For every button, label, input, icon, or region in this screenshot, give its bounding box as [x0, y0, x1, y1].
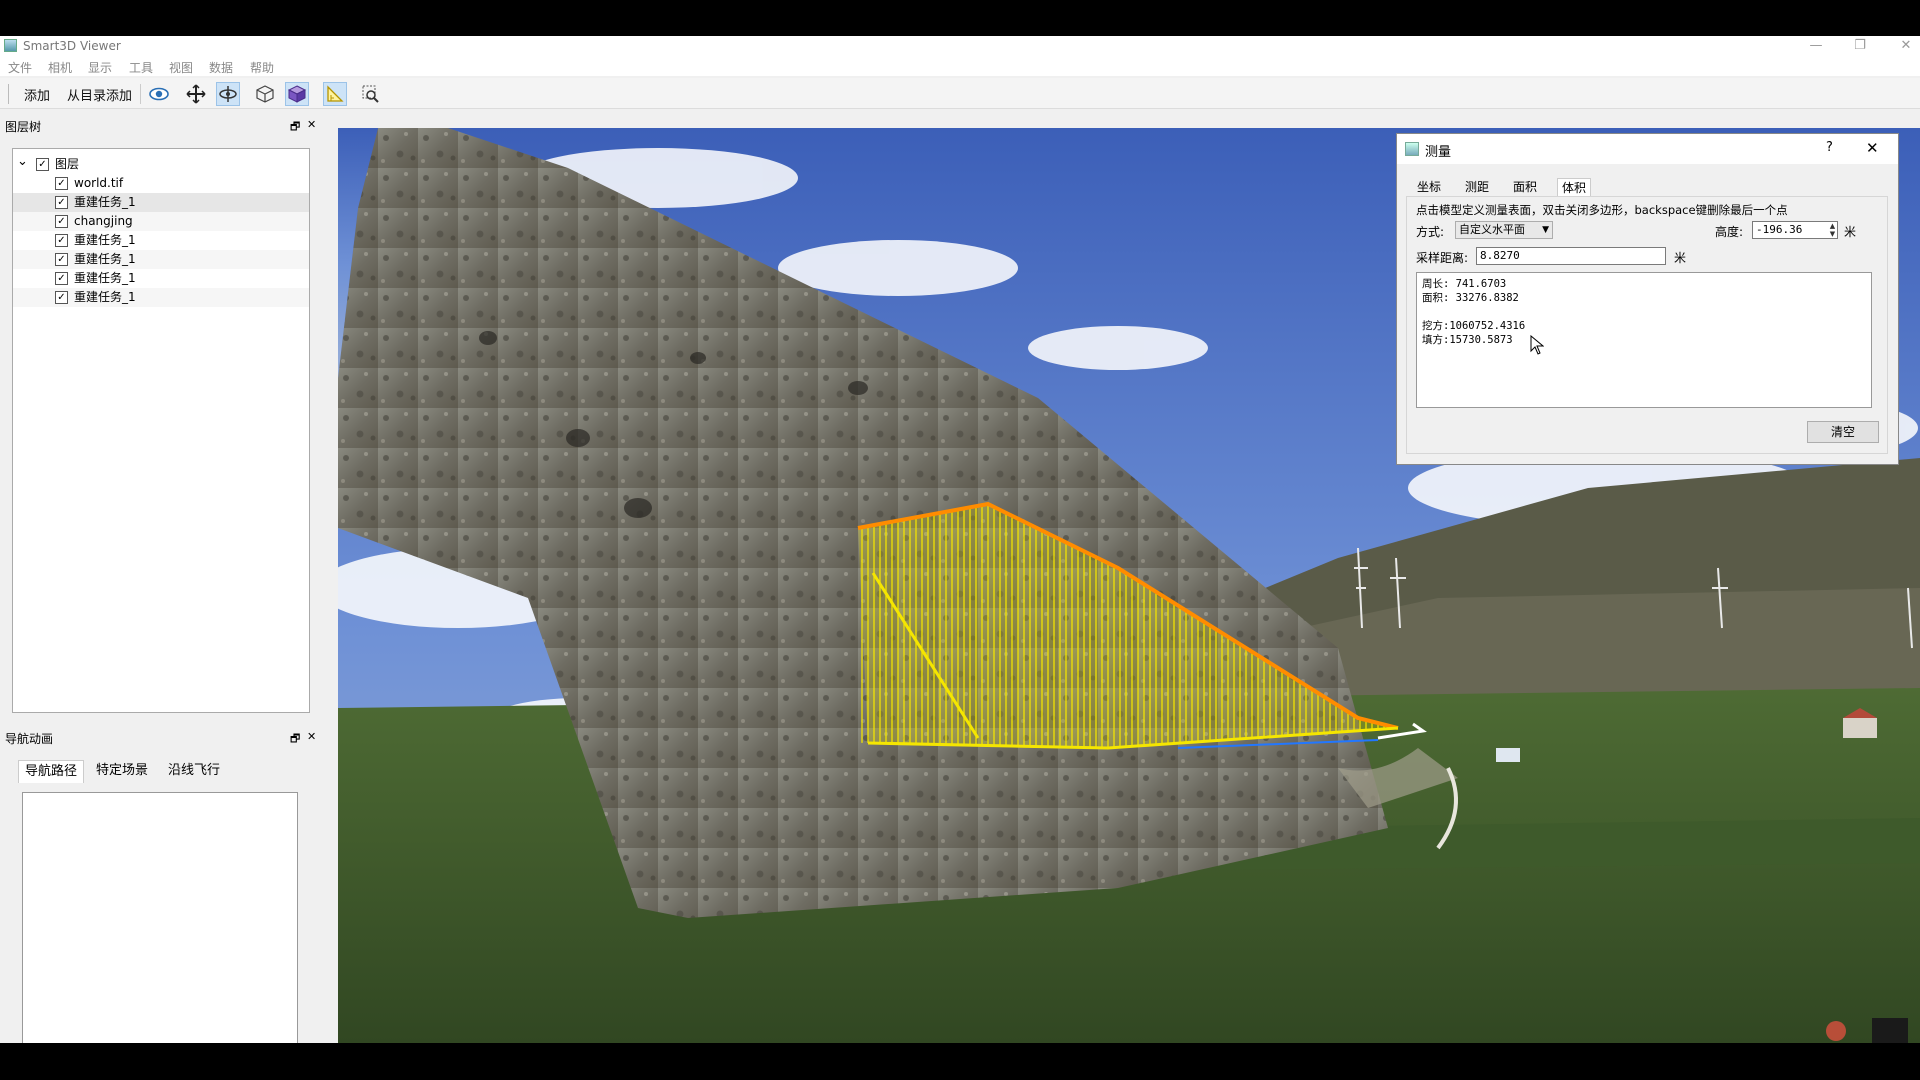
menu-bar: 文件 相机 显示 工具 视图 数据 帮助: [0, 56, 1920, 76]
dropdown-arrow-icon: ▼: [1542, 225, 1549, 235]
clear-button[interactable]: 清空: [1807, 421, 1879, 443]
height-label: 高度:: [1715, 225, 1744, 239]
measure-dialog: 测量 ? ✕ 坐标 测距 面积 体积 点击模型定义测量表面，双击关闭多边形，ba…: [1396, 133, 1899, 465]
menu-file[interactable]: 文件: [8, 59, 32, 76]
dialog-title: 测量: [1425, 145, 1452, 160]
nav-tabs: 导航路径 特定场景 沿线飞行: [18, 760, 308, 783]
float-panel-button[interactable]: 🗗: [290, 118, 300, 137]
menu-view[interactable]: 视图: [169, 59, 193, 76]
sample-distance-input[interactable]: 8.8270: [1476, 247, 1666, 265]
toolbar: 添加 从目录添加: [0, 78, 1920, 109]
solid-cube-icon[interactable]: [285, 82, 309, 106]
result-textbox[interactable]: 周长: 741.6703 面积: 33276.8382 挖方:1060752.4…: [1416, 272, 1872, 408]
layer-item[interactable]: ✓ 重建任务_1: [13, 250, 309, 269]
instruction-text: 点击模型定义测量表面，双击关闭多边形，backspace键删除最后一个点: [1416, 203, 1788, 217]
app-icon: [4, 39, 17, 52]
layer-item-label: changjing: [74, 214, 133, 228]
layer-item-label: world.tif: [74, 176, 124, 190]
nav-path-list[interactable]: [22, 792, 298, 1070]
layer-item[interactable]: ✓ 重建任务_1: [13, 193, 309, 212]
layer-item-label: 重建任务_1: [74, 195, 136, 209]
dialog-close-button[interactable]: ✕: [1866, 139, 1879, 157]
layer-item-label: 重建任务_1: [74, 252, 136, 266]
nav-panel-header: 导航动画 🗗 ✕: [0, 728, 326, 746]
mode-select[interactable]: 自定义水平面 ▼: [1455, 221, 1553, 239]
add-button[interactable]: 添加: [24, 85, 50, 104]
close-panel-button[interactable]: ✕: [307, 730, 316, 743]
letterbox-top: [0, 0, 1920, 36]
window-title: Smart3D Viewer: [23, 39, 121, 53]
tab-distance[interactable]: 测距: [1461, 178, 1493, 196]
tab-specific-scene[interactable]: 特定场景: [90, 760, 154, 782]
menu-display[interactable]: 显示: [88, 59, 112, 76]
add-from-directory-button[interactable]: 从目录添加: [67, 85, 132, 104]
cut-volume-result: 挖方:1060752.4316: [1422, 320, 1526, 332]
menu-camera[interactable]: 相机: [48, 59, 72, 76]
layer-panel-header: 图层树 🗗 ✕: [0, 116, 326, 134]
height-unit: 米: [1844, 225, 1857, 239]
nav-panel-title: 导航动画: [5, 732, 54, 746]
move-cross-icon[interactable]: [184, 82, 208, 106]
layer-item-label: 重建任务_1: [74, 290, 136, 304]
layer-item[interactable]: ✓ 重建任务_1: [13, 269, 309, 288]
tab-area[interactable]: 面积: [1509, 178, 1541, 196]
area-result: 面积: 33276.8382: [1422, 292, 1519, 304]
dialog-icon: [1405, 142, 1419, 156]
height-spinner[interactable]: ▲ ▼: [1827, 222, 1838, 238]
restore-button[interactable]: ❐: [1840, 36, 1880, 56]
close-button[interactable]: ✕: [1886, 36, 1920, 56]
perimeter-result: 周长: 741.6703: [1422, 278, 1507, 290]
tab-coordinate[interactable]: 坐标: [1413, 178, 1445, 196]
letterbox-bottom: [0, 1043, 1920, 1080]
tab-volume[interactable]: 体积: [1557, 178, 1592, 197]
checkbox[interactable]: ✓: [55, 291, 68, 304]
tab-nav-path[interactable]: 导航路径: [18, 760, 85, 783]
sample-distance-unit: 米: [1674, 251, 1687, 265]
checkbox[interactable]: ✓: [55, 272, 68, 285]
float-panel-button[interactable]: 🗗: [290, 730, 300, 749]
checkbox[interactable]: ✓: [55, 196, 68, 209]
layer-item[interactable]: ✓ world.tif: [13, 174, 309, 193]
checkbox[interactable]: ✓: [55, 253, 68, 266]
checkbox[interactable]: ✓: [36, 158, 49, 171]
menu-tools[interactable]: 工具: [129, 59, 153, 76]
measure-ruler-icon[interactable]: [323, 82, 347, 106]
title-bar: Smart3D Viewer — ❐ ✕: [0, 36, 1920, 56]
expander-icon[interactable]: ⌄: [17, 152, 28, 171]
tree-root-label: 图层: [55, 157, 80, 171]
toolbar-grip: [8, 84, 9, 104]
volume-tab-content: 点击模型定义测量表面，双击关闭多边形，backspace键删除最后一个点 方式:…: [1406, 196, 1888, 454]
close-panel-button[interactable]: ✕: [307, 118, 316, 131]
menu-help[interactable]: 帮助: [250, 59, 274, 76]
zoom-fit-icon[interactable]: [359, 82, 383, 106]
layer-item[interactable]: ✓ 重建任务_1: [13, 288, 309, 307]
menu-data[interactable]: 数据: [209, 59, 233, 76]
height-input[interactable]: -196.36: [1752, 221, 1838, 239]
fill-volume-result: 填方:15730.5873: [1422, 334, 1513, 346]
layer-item-label: 重建任务_1: [74, 271, 136, 285]
eye-icon[interactable]: [147, 82, 171, 106]
checkbox[interactable]: ✓: [55, 177, 68, 190]
dialog-title-bar: 测量 ? ✕: [1397, 134, 1898, 164]
layer-item-label: 重建任务_1: [74, 233, 136, 247]
minimize-button[interactable]: —: [1796, 36, 1836, 56]
tree-root-row[interactable]: ⌄ ✓ 图层: [13, 152, 309, 174]
help-button[interactable]: ?: [1826, 140, 1833, 155]
layer-item[interactable]: ✓ 重建任务_1: [13, 231, 309, 250]
sample-distance-label: 采样距离:: [1416, 251, 1469, 265]
layer-panel-title: 图层树: [5, 120, 42, 134]
wireframe-cube-icon[interactable]: [253, 82, 277, 106]
tab-line-flight[interactable]: 沿线飞行: [162, 760, 226, 782]
checkbox[interactable]: ✓: [55, 234, 68, 247]
orbit-icon[interactable]: [216, 82, 240, 106]
mode-select-value: 自定义水平面: [1459, 223, 1525, 236]
mode-label: 方式:: [1416, 225, 1445, 239]
layer-item[interactable]: ✓ changjing: [13, 212, 309, 231]
mouse-cursor-icon: [1530, 334, 1545, 358]
splitter[interactable]: [326, 124, 338, 1079]
checkbox[interactable]: ✓: [55, 215, 68, 228]
toolbar-separator: [140, 84, 141, 104]
layer-tree: ⌄ ✓ 图层 ✓ world.tif ✓ 重建任务_1 ✓ changjing …: [12, 148, 310, 713]
